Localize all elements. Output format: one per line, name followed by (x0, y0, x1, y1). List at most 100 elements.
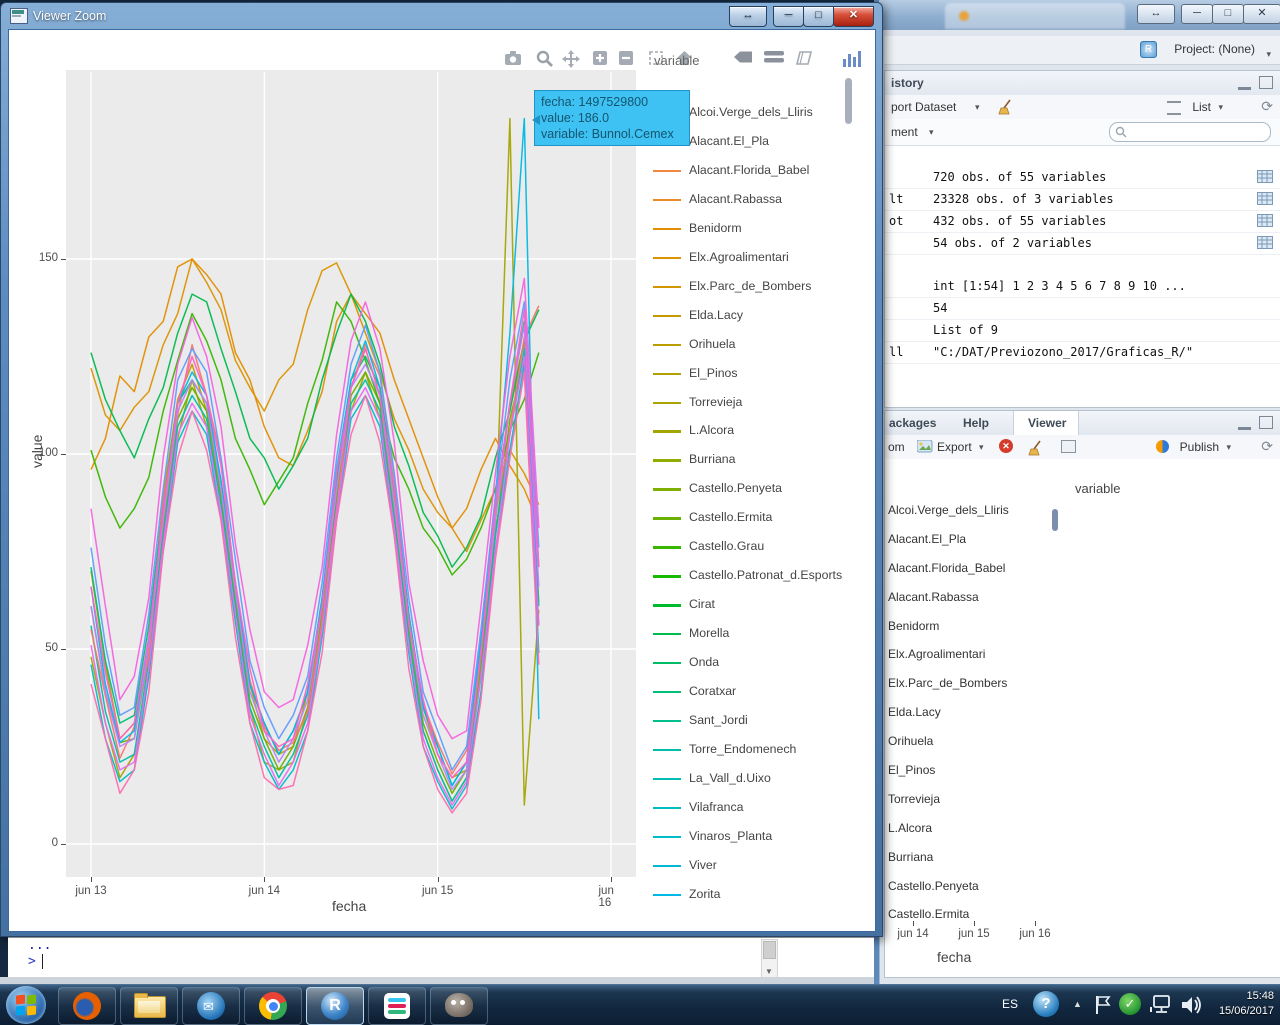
vz-maximize-button[interactable]: □ (803, 6, 834, 27)
legend-item-label: Alcoi.Verge_dels_Lliris (689, 105, 813, 119)
open-in-new-window-icon[interactable] (1061, 440, 1076, 453)
broom-icon[interactable] (997, 98, 1015, 116)
legend-item-label: Onda (689, 655, 719, 669)
legend-item[interactable]: Torre_Endomenech (653, 739, 853, 761)
legend-item[interactable]: Castello.Grau (653, 536, 853, 558)
legend-item[interactable]: Elda.Lacy (653, 305, 853, 327)
legend-item[interactable]: Vilafranca (653, 797, 853, 819)
series-Benidorm[interactable] (91, 259, 539, 528)
legend-item[interactable]: Benidorm (653, 218, 853, 240)
help-tray-icon[interactable]: ? (1033, 991, 1059, 1017)
series-Morella[interactable] (91, 294, 539, 567)
chart-canvas[interactable] (66, 70, 636, 877)
legend-item[interactable]: Onda (653, 652, 853, 674)
legend-item[interactable]: Alacant.Rabassa (653, 189, 853, 211)
console-pane[interactable]: ... > ▼ (8, 937, 874, 978)
environment-row[interactable]: 54 obs. of 2 variables (885, 233, 1280, 255)
environment-row[interactable]: 720 obs. of 55 variables (885, 167, 1280, 189)
vz-resize-button[interactable]: ↔ (729, 6, 767, 27)
pan-icon[interactable] (562, 50, 584, 70)
vz-close-button[interactable]: ✕ (833, 6, 874, 27)
legend-item[interactable]: Sant_Jordi (653, 710, 853, 732)
clear-viewer-icon[interactable]: ✕ (999, 439, 1013, 453)
legend-item[interactable]: Torrevieja (653, 392, 853, 414)
bg-minimize-button[interactable]: ─ (1181, 4, 1213, 24)
legend-item[interactable]: Burriana (653, 449, 853, 471)
legend-item[interactable]: Elx.Agroalimentari (653, 247, 853, 269)
action-center-flag-icon[interactable] (1094, 994, 1112, 1016)
bg-maximize-button[interactable]: □ (1212, 4, 1244, 24)
legend-key-line (653, 894, 681, 896)
viewer-legend-title: variable (1075, 481, 1121, 496)
environment-row[interactable]: lt23328 obs. of 3 variables (885, 189, 1280, 211)
start-button[interactable] (6, 986, 46, 1024)
camera-icon[interactable] (504, 50, 526, 70)
viewer-x-tick-label: jun 14 (897, 928, 928, 940)
bg-close-button[interactable]: ✕ (1243, 4, 1280, 24)
taskbar-thunderbird[interactable]: ✉ (182, 987, 240, 1025)
legend-item[interactable]: Cirat (653, 594, 853, 616)
export-button[interactable]: Export (937, 440, 972, 454)
tab-help[interactable]: Help (963, 416, 989, 430)
publish-button[interactable]: Publish (1180, 440, 1219, 454)
data-grid-icon[interactable] (1257, 236, 1273, 249)
global-environment-selector[interactable]: ment (891, 125, 918, 139)
zoom-button-partial[interactable]: om (888, 440, 905, 454)
pane-maximize-icon[interactable] (1259, 416, 1273, 429)
data-grid-icon[interactable] (1257, 170, 1273, 183)
network-tray-icon[interactable] (1150, 994, 1174, 1016)
refresh-icon[interactable]: ⟳ (1261, 438, 1273, 455)
tab-viewer[interactable]: Viewer (1013, 411, 1079, 435)
console-scrollbar[interactable]: ▼ (761, 939, 778, 979)
legend-item[interactable]: Orihuela (653, 334, 853, 356)
language-indicator[interactable]: ES (1002, 997, 1018, 1011)
zoom-in-icon[interactable] (592, 50, 614, 70)
legend-item[interactable]: Castello.Patronat_d.Esports (653, 565, 853, 587)
x-tick-label: jun 16 (599, 885, 624, 909)
list-view-selector[interactable]: List (1192, 100, 1211, 114)
legend-scrollbar[interactable] (845, 78, 852, 124)
legend-item[interactable]: La_Vall_d.Uixo (653, 768, 853, 790)
sync-tray-icon[interactable]: ✓ (1119, 993, 1141, 1015)
legend-item[interactable]: Vinaros_Planta (653, 826, 853, 848)
scroll-down-arrow-icon[interactable]: ▼ (765, 967, 773, 976)
taskbar-firefox[interactable] (58, 987, 116, 1025)
environment-row[interactable]: ot432 obs. of 55 variables (885, 211, 1280, 233)
broom-icon[interactable] (1027, 439, 1045, 457)
legend-item[interactable]: Zorita (653, 884, 853, 906)
taskbar-explorer[interactable] (120, 987, 178, 1025)
taskbar-chrome[interactable] (244, 987, 302, 1025)
taskbar-gimp[interactable] (430, 987, 488, 1025)
legend-item[interactable]: El_Pinos (653, 363, 853, 385)
project-selector[interactable]: Project: (None) (1174, 42, 1255, 56)
vz-minimize-button[interactable]: ─ (773, 6, 804, 27)
legend-item[interactable]: Elx.Parc_de_Bombers (653, 276, 853, 298)
taskbar-rstudio[interactable]: R (306, 987, 364, 1025)
viewer-x-tick-label: jun 15 (958, 928, 989, 940)
legend-item[interactable]: Coratxar (653, 681, 853, 703)
zoom-icon[interactable] (536, 50, 558, 70)
legend-item[interactable]: Alacant.Florida_Babel (653, 160, 853, 182)
refresh-icon[interactable]: ⟳ (1261, 98, 1273, 115)
legend-item[interactable]: Morella (653, 623, 853, 645)
hidden-icons-arrow[interactable]: ▲ (1073, 999, 1082, 1009)
environment-search-input[interactable] (1109, 122, 1271, 142)
pane-minimize-icon[interactable] (1238, 78, 1251, 90)
taskbar-clock[interactable]: 15:48 15/06/2017 (1200, 989, 1274, 1019)
taskbar-slack[interactable] (368, 987, 426, 1025)
data-grid-icon[interactable] (1257, 192, 1273, 205)
pane-maximize-icon[interactable] (1259, 76, 1273, 89)
legend-item[interactable]: Castello.Ermita (653, 507, 853, 529)
data-grid-icon[interactable] (1257, 214, 1273, 227)
y-tick-label: 0 (52, 837, 58, 849)
pane-minimize-icon[interactable] (1238, 418, 1251, 430)
legend-item[interactable]: Castello.Penyeta (653, 478, 853, 500)
viewer-zoom-titlebar[interactable]: Viewer Zoom ↔ ─ □ ✕ (1, 3, 882, 29)
import-dataset-button[interactable]: port Dataset (891, 100, 956, 114)
tab-history-partial[interactable]: istory (891, 76, 924, 90)
legend-item[interactable]: L.Alcora (653, 420, 853, 442)
tab-packages-partial[interactable]: ackages (889, 416, 936, 430)
bg-window-resize-button[interactable]: ↔ (1137, 4, 1175, 24)
zoom-out-icon[interactable] (618, 50, 640, 70)
legend-item[interactable]: Viver (653, 855, 853, 877)
